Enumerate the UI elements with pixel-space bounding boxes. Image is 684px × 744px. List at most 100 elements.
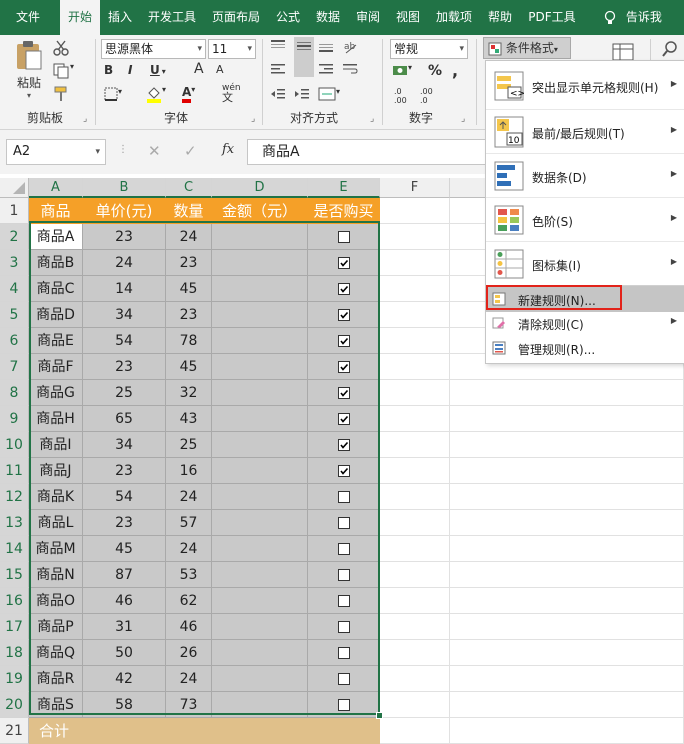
empty-cell[interactable] — [450, 640, 684, 666]
cell-quantity[interactable]: 24 — [166, 666, 212, 692]
checkbox-unchecked[interactable] — [337, 699, 350, 711]
cancel-icon[interactable]: ✕ — [148, 142, 161, 160]
underline-button[interactable]: U ▾ — [150, 63, 172, 77]
checkbox-checked[interactable] — [337, 257, 350, 269]
cell-product-name[interactable]: 商品H — [29, 406, 83, 432]
empty-cell[interactable] — [450, 432, 684, 458]
cell-purchase[interactable] — [308, 666, 380, 692]
phonetic-button[interactable]: wén 文 — [222, 83, 252, 104]
increase-decimal-button[interactable]: .0.00 — [394, 87, 418, 105]
header-purchase[interactable]: 是否购买 — [308, 198, 380, 224]
font-size-box[interactable]: 11 ▾ — [208, 39, 256, 59]
wrap-text-button[interactable] — [342, 63, 360, 80]
cell-amount[interactable] — [212, 250, 308, 276]
empty-cell[interactable] — [450, 406, 684, 432]
cell-purchase[interactable] — [308, 276, 380, 302]
fill-color-button[interactable]: ▾ — [146, 85, 174, 106]
cell-quantity[interactable]: 32 — [166, 380, 212, 406]
row-header[interactable]: 14 — [0, 536, 29, 562]
column-header-f[interactable]: F — [380, 178, 450, 198]
empty-cell[interactable] — [380, 406, 450, 432]
cell-amount[interactable] — [212, 224, 308, 250]
empty-cell[interactable] — [380, 432, 450, 458]
cell-amount[interactable] — [212, 380, 308, 406]
cell-product-name[interactable]: 商品N — [29, 562, 83, 588]
cell-product-name[interactable]: 商品G — [29, 380, 83, 406]
cell-price[interactable]: 65 — [83, 406, 166, 432]
cell-quantity[interactable]: 46 — [166, 614, 212, 640]
cell-amount[interactable] — [212, 328, 308, 354]
cell-price[interactable]: 14 — [83, 276, 166, 302]
paste-button[interactable]: 粘贴 ▾ — [10, 39, 48, 101]
empty-cell[interactable] — [380, 198, 450, 224]
cell-price[interactable]: 23 — [83, 354, 166, 380]
cell-amount[interactable] — [212, 588, 308, 614]
column-header-b[interactable]: B — [83, 178, 166, 198]
cell-price[interactable]: 34 — [83, 432, 166, 458]
cell-quantity[interactable]: 73 — [166, 692, 212, 718]
cell-purchase[interactable] — [308, 380, 380, 406]
increase-indent-button[interactable] — [294, 87, 312, 104]
orientation-button[interactable]: ab — [342, 39, 366, 58]
empty-cell[interactable] — [450, 588, 684, 614]
cell-price[interactable]: 50 — [83, 640, 166, 666]
empty-cell[interactable] — [380, 276, 450, 302]
formula-bar-handle[interactable]: ⋮ — [118, 144, 128, 155]
cell-purchase[interactable] — [308, 588, 380, 614]
row-header[interactable]: 4 — [0, 276, 29, 302]
cell-amount[interactable] — [212, 276, 308, 302]
empty-cell[interactable] — [450, 484, 684, 510]
align-right-button[interactable] — [318, 63, 336, 80]
header-quantity[interactable]: 数量 — [166, 198, 212, 224]
cell-product-name[interactable]: 商品C — [29, 276, 83, 302]
cell-purchase[interactable] — [308, 692, 380, 718]
column-header-a[interactable]: A — [29, 178, 83, 198]
cell-product-name[interactable]: 商品I — [29, 432, 83, 458]
cell-quantity[interactable]: 43 — [166, 406, 212, 432]
cell-price[interactable]: 23 — [83, 458, 166, 484]
empty-cell[interactable] — [450, 510, 684, 536]
cell-amount[interactable] — [212, 614, 308, 640]
cell-quantity[interactable]: 25 — [166, 432, 212, 458]
cell-quantity[interactable]: 57 — [166, 510, 212, 536]
row-header[interactable]: 6 — [0, 328, 29, 354]
cell-price[interactable]: 31 — [83, 614, 166, 640]
row-header[interactable]: 20 — [0, 692, 29, 718]
cell-amount[interactable] — [212, 510, 308, 536]
tab-page-layout[interactable]: 页面布局 — [208, 0, 264, 35]
empty-cell[interactable] — [380, 354, 450, 380]
checkbox-unchecked[interactable] — [337, 491, 350, 503]
cell-purchase[interactable] — [308, 406, 380, 432]
menu-item-clear-rules[interactable]: 清除规则(C) ▶ — [486, 311, 684, 336]
cell-purchase[interactable] — [308, 302, 380, 328]
cell-amount[interactable] — [212, 406, 308, 432]
empty-cell[interactable] — [380, 718, 450, 744]
empty-cell[interactable] — [450, 458, 684, 484]
tab-formulas[interactable]: 公式 — [272, 0, 304, 35]
cell-amount[interactable] — [212, 484, 308, 510]
cut-button[interactable] — [52, 39, 72, 57]
header-product[interactable]: 商品 — [29, 198, 83, 224]
cell-product-name[interactable]: 商品J — [29, 458, 83, 484]
fill-handle[interactable] — [376, 712, 383, 719]
checkbox-unchecked[interactable] — [337, 569, 350, 581]
cell-purchase[interactable] — [308, 458, 380, 484]
cell-amount[interactable] — [212, 536, 308, 562]
cell-quantity[interactable]: 62 — [166, 588, 212, 614]
borders-button[interactable]: ▾ — [104, 87, 130, 104]
cell-product-name[interactable]: 商品F — [29, 354, 83, 380]
cell-product-name[interactable]: 商品M — [29, 536, 83, 562]
row-header[interactable]: 1 — [0, 198, 29, 224]
cell-price[interactable]: 25 — [83, 380, 166, 406]
checkbox-checked[interactable] — [337, 465, 350, 477]
empty-cell[interactable] — [380, 484, 450, 510]
cell-product-name[interactable]: 商品A — [29, 224, 83, 250]
tab-home[interactable]: 开始 — [60, 0, 100, 35]
cell-quantity[interactable]: 45 — [166, 354, 212, 380]
column-header-c[interactable]: C — [166, 178, 212, 198]
cell-product-name[interactable]: 商品P — [29, 614, 83, 640]
italic-button[interactable]: I — [128, 63, 142, 77]
empty-cell[interactable] — [380, 536, 450, 562]
empty-cell[interactable] — [380, 224, 450, 250]
cell-price[interactable]: 87 — [83, 562, 166, 588]
